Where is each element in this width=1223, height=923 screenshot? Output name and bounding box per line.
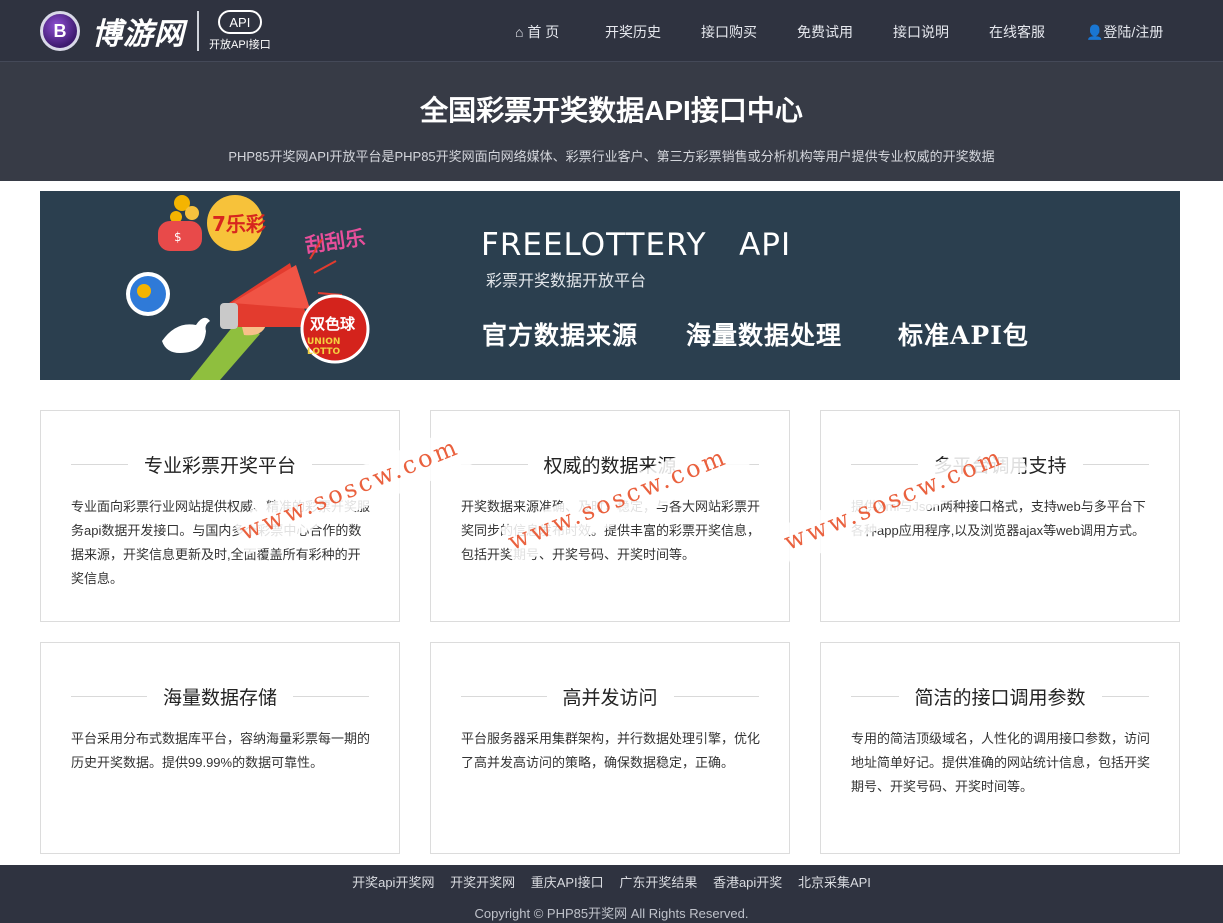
- lottery-megaphone-illustration: $ 7乐彩 刮刮乐 双色球 UNION LOTTO: [126, 195, 370, 380]
- hero-section: 全国彩票开奖数据API接口中心 PHP85开奖网API开放平台是PHP85开奖网…: [0, 62, 1223, 181]
- svg-text:UNION: UNION: [307, 337, 340, 347]
- site-logo[interactable]: B 博游网 API 开放API接口: [40, 6, 271, 56]
- banner-feature-standard-api: 标准API包: [898, 321, 1029, 350]
- nav-api-purchase[interactable]: 接口购买: [701, 22, 757, 42]
- banner-title: FREELOTTERY API: [481, 227, 792, 263]
- page-subtitle: PHP85开奖网API开放平台是PHP85开奖网面向网络媒体、彩票行业客户、第三…: [228, 149, 995, 164]
- svg-text:7乐彩: 7乐彩: [212, 212, 266, 236]
- cloud-icon: API: [217, 10, 262, 34]
- api-badge: API 开放API接口: [209, 10, 271, 52]
- svg-text:LOTTO: LOTTO: [307, 347, 341, 357]
- card-header: 高并发访问: [461, 683, 760, 709]
- footer-link[interactable]: 广东开奖结果: [619, 875, 697, 890]
- footer-link[interactable]: 香港api开奖: [713, 875, 782, 890]
- card-title: 专业彩票开奖平台: [144, 455, 297, 477]
- nav-home[interactable]: ⌂ 首 页: [515, 22, 559, 42]
- feature-card-high-concurrency: 高并发访问 平台服务器采用集群架构，并行数据处理引擎，优化了高并发高访问的策略，…: [430, 642, 790, 854]
- promo-banner: $ 7乐彩 刮刮乐 双色球 UNION LOTTO FREELOTTERY AP…: [40, 191, 1180, 380]
- card-description: 平台采用分布式数据库平台，容纳海量彩票每一期的历史开奖数据。提供99.99%的数…: [71, 731, 371, 770]
- logo-text: 博游网: [92, 18, 185, 51]
- svg-text:$: $: [174, 230, 182, 244]
- nav-login-register[interactable]: 👤登陆/注册: [1086, 22, 1163, 42]
- logo-mark-icon: B: [40, 11, 80, 51]
- footer-link[interactable]: 重庆API接口: [531, 875, 604, 890]
- banner-subtitle: 彩票开奖数据开放平台: [486, 273, 647, 290]
- nav-api-docs[interactable]: 接口说明: [893, 22, 949, 42]
- bird-icon: [162, 317, 210, 353]
- footer-links: 开奖api开奖网 开奖开奖网 重庆API接口 广东开奖结果 香港api开奖 北京…: [0, 872, 1223, 891]
- nav-online-support[interactable]: 在线客服: [989, 22, 1045, 42]
- nav-draw-history[interactable]: 开奖历史: [605, 22, 661, 42]
- api-badge-subtitle: 开放API接口: [209, 39, 271, 51]
- svg-text:双色球: 双色球: [310, 315, 356, 333]
- card-header: 简洁的接口调用参数: [851, 683, 1150, 709]
- card-title: 简洁的接口调用参数: [914, 687, 1086, 709]
- card-title: 高并发访问: [562, 687, 658, 709]
- card-header: 专业彩票开奖平台: [71, 451, 370, 477]
- logo-divider: [197, 11, 199, 51]
- card-description: 专用的简洁顶级域名，人性化的调用接口参数，访问地址简单好记。提供准确的网站统计信…: [851, 731, 1151, 794]
- footer-link[interactable]: 开奖api开奖网: [352, 875, 434, 890]
- feature-card-simple-params: 简洁的接口调用参数 专用的简洁顶级域名，人性化的调用接口参数，访问地址简单好记。…: [820, 642, 1180, 854]
- footer-link[interactable]: 开奖开奖网: [450, 875, 515, 890]
- footer-copyright: Copyright © PHP85开奖网 All Rights Reserved…: [474, 906, 749, 921]
- card-header: 海量数据存储: [71, 683, 370, 709]
- footer-link[interactable]: 北京采集API: [798, 875, 871, 890]
- banner-feature-massive-data: 海量数据处理: [686, 321, 843, 350]
- nav-free-trial[interactable]: 免费试用: [797, 22, 853, 42]
- card-title: 海量数据存储: [163, 687, 278, 709]
- feature-card-professional-platform: 专业彩票开奖平台 专业面向彩票行业网站提供权威、精准的彩票开奖服务api数据开发…: [40, 410, 400, 622]
- page-title: 全国彩票开奖数据API接口中心: [420, 95, 803, 126]
- site-footer: 开奖api开奖网 开奖开奖网 重庆API接口 广东开奖结果 香港api开奖 北京…: [0, 865, 1223, 923]
- top-navbar: B 博游网 API 开放API接口 ⌂ 首 页 开奖历史 接口购买 免费试用 接…: [0, 0, 1223, 62]
- banner-feature-official-source: 官方数据来源: [482, 321, 639, 350]
- feature-card-massive-storage: 海量数据存储 平台采用分布式数据库平台，容纳海量彩票每一期的历史开奖数据。提供9…: [40, 642, 400, 854]
- card-description: 平台服务器采用集群架构，并行数据处理引擎，优化了高并发高访问的策略，确保数据稳定…: [461, 731, 761, 770]
